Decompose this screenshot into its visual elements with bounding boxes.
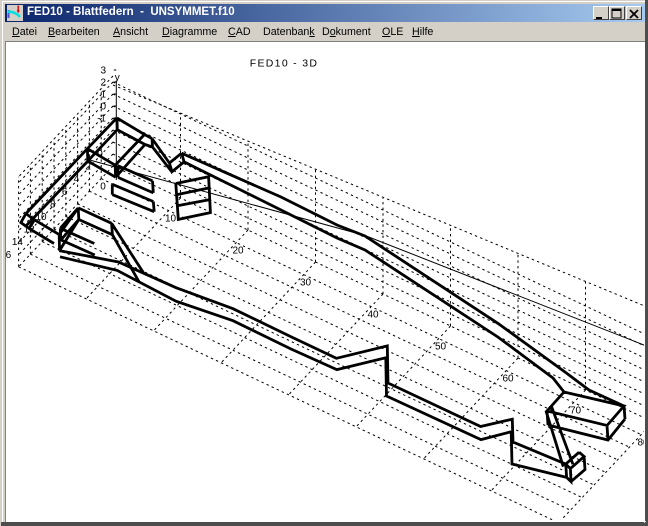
- svg-text:10: 10: [165, 214, 177, 225]
- svg-text:60: 60: [502, 374, 514, 385]
- svg-text:2: 2: [85, 162, 91, 173]
- svg-text:2: 2: [100, 78, 106, 89]
- svg-text:0: 0: [97, 149, 103, 160]
- svg-text:FED10 - 3D: FED10 - 3D: [250, 58, 318, 70]
- svg-text:6: 6: [62, 187, 68, 198]
- svg-text:1: 1: [100, 90, 106, 101]
- svg-text:0: 0: [100, 182, 106, 193]
- svg-text:3: 3: [100, 66, 106, 77]
- svg-text:12: 12: [24, 225, 36, 236]
- svg-text:40: 40: [367, 310, 379, 321]
- svg-text:20: 20: [232, 246, 244, 257]
- svg-text:8: 8: [50, 199, 56, 210]
- svg-text:y: y: [115, 73, 120, 84]
- svg-text:30: 30: [300, 278, 312, 289]
- svg-text:-1: -1: [97, 114, 106, 125]
- svg-text:80: 80: [637, 438, 648, 449]
- svg-text:16: 16: [1, 250, 12, 261]
- svg-text:10: 10: [35, 212, 47, 223]
- svg-text:14: 14: [12, 237, 24, 248]
- svg-text:4: 4: [74, 174, 80, 185]
- svg-text:50: 50: [435, 342, 447, 353]
- svg-text:0: 0: [100, 102, 106, 113]
- svg-text:70: 70: [570, 406, 582, 417]
